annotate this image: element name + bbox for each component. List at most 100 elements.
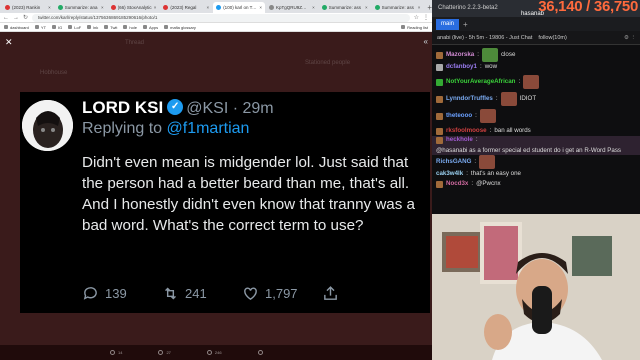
browser-window: (2023) Rankin × Summarize: ana × (66) StoxAn… [0,0,432,360]
close-tab-icon[interactable]: × [154,5,157,10]
chat-message: cak3w4lk: that's an easy one [436,169,636,179]
bookmark-icon [52,25,57,29]
browser-tab[interactable]: Summarize: ass × [319,2,371,13]
chat-username[interactable]: theteooo [446,112,472,120]
avatar [22,100,73,151]
handle: @KSI [186,100,229,117]
bookmark-item[interactable]: Apps [142,25,158,30]
favicon-icon [321,5,327,10]
modal-like-button[interactable]: 246 [206,350,222,355]
bookmark-item[interactable]: YT [34,24,47,30]
settings-icon[interactable]: ⚙ ⋮ [624,31,640,44]
bookmark-item[interactable]: mafia glossary [164,25,196,30]
address-bar: ← → ↻ twitter.com/karl/reply/status/1375… [0,13,432,23]
badge-icon [436,180,443,188]
bookmark-item[interactable]: hole [123,25,137,30]
favicon-icon [5,5,10,10]
bookmark-item[interactable]: lnk [87,25,98,30]
chat-message: NotYourAverageAfrican: [436,72,636,92]
chat-username[interactable]: LynndorTruffles [446,95,493,103]
colon-separator: : [466,170,468,177]
chat-message: theteooo: [436,106,636,126]
bookmark-icon [142,25,147,29]
ghost-thread-text: Thread [125,40,145,46]
chat-tabs: main + [432,17,640,31]
browser-tab[interactable]: (2023) Regal × [160,2,212,13]
modal-share-button[interactable] [257,350,263,355]
chat-username[interactable]: rksfoolmoose [446,127,487,135]
badge-icon [436,136,443,144]
chat-username[interactable]: dcfanboy1 [446,63,477,71]
tweet-time: · 29m [232,100,274,117]
chat-username[interactable]: Nocd3x [446,180,468,188]
heart-icon [244,286,257,300]
badge-icon [436,127,443,135]
face-emote-icon [500,92,517,106]
bookmark-item[interactable]: Twit [104,25,117,30]
bookmark-label: mafia glossary [170,24,196,30]
close-tab-icon[interactable]: × [312,5,315,10]
chat-username[interactable]: RichsGANG [436,158,471,166]
tab-main[interactable]: main [436,18,460,30]
browser-tab[interactable]: Summarize: ass × [372,2,424,13]
forward-icon[interactable]: → [13,13,19,23]
retweet-icon [165,287,176,299]
bookmark-icon [87,25,92,29]
chat-username[interactable]: NotYourAverageAfrican [446,78,515,86]
modal-retweet-button[interactable]: 27 [158,350,171,355]
tweet-photo-modal: ✕ « Thread Hobhouse Stationed people LOR… [0,32,432,345]
browser-tab[interactable]: Summarize: ana × [55,2,107,13]
close-tab-icon[interactable]: × [259,5,262,10]
bookmark-item[interactable]: LoF [68,25,81,30]
colon-separator: : [479,63,482,70]
chat-message: Nocd3x: @Pwcnx [436,179,636,189]
favicon-icon [110,5,116,10]
colon-separator: : [474,158,477,165]
chat-text: @Pwcnx [476,180,501,187]
back-icon[interactable]: ← [3,13,9,23]
chat-username[interactable]: Mazorska [446,51,474,59]
close-tab-icon[interactable]: × [418,5,421,10]
chat-text: IDIOT [519,95,537,102]
close-tab-icon[interactable]: × [101,5,104,10]
badge-icon [436,95,443,103]
menu-icon[interactable]: ⋮ [423,13,429,23]
chat-username[interactable]: cak3w4lk [436,170,463,178]
reply-count: 139 [105,285,127,301]
reading-list-button[interactable]: Reading list [401,25,428,30]
share-action [322,285,402,302]
close-icon[interactable]: ✕ [5,38,13,47]
star-icon[interactable]: ☆ [414,13,419,23]
sub-goal-counter: 36,140 / 36,750 [538,0,638,15]
browser-tab[interactable]: (2023) Rankin × [2,2,54,13]
url-input[interactable]: twitter.com/karl/reply/status/1375636869… [32,13,410,22]
add-tab-icon[interactable]: + [463,20,468,29]
tweet-screenshot: LORD KSI ✓ @KSI · 29m Replying to @f1marti… [20,92,430,313]
chat-text: @hasanabi as a former special ed student… [436,147,622,154]
tab-strip: (2023) Rankin × Summarize: ana × (66) StoxAn… [0,0,432,13]
browser-tab[interactable]: (100) karl on Twit × [213,2,265,13]
browser-tab[interactable]: (66) StoxAnalytic × [108,2,160,13]
badge-icon [436,78,443,86]
reading-list-icon [401,25,406,29]
tab-label: Summarize: ass [381,5,414,10]
close-tab-icon[interactable]: × [207,5,210,10]
bookmark-label: YT [40,24,47,30]
colon-separator: : [489,127,492,134]
bookmark-icon [164,25,169,29]
close-tab-icon[interactable]: × [365,5,368,10]
close-tab-icon[interactable]: × [48,5,51,10]
collapse-icon[interactable]: « [424,37,428,46]
modal-reply-button[interactable]: 14 [110,350,122,355]
webcam-overlay [432,214,640,360]
browser-tab[interactable]: KpTgQRU9ZW8hH× [266,2,318,13]
chat-username[interactable]: heckhole [446,136,473,144]
bookmark-item[interactable]: IG [52,25,62,30]
bookmark-item[interactable]: dashboard [4,25,29,30]
tweet-author: LORD KSI ✓ @KSI · 29m [82,98,274,118]
bookmark-icon [34,25,39,29]
chat-message: LynndorTruffles: IDIOT [436,92,636,106]
reload-icon[interactable]: ↻ [23,13,28,23]
bookmark-label: hole [129,24,137,30]
bookmark-label: lnk [93,24,99,30]
